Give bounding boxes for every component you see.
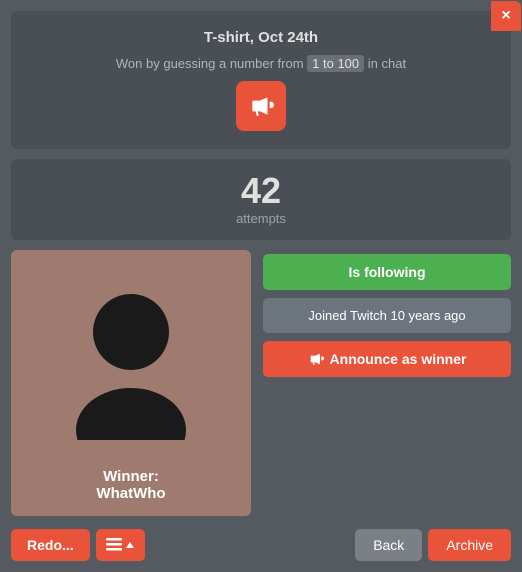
- winner-name: Winner:WhatWho: [96, 468, 165, 502]
- prize-range: 1 to 100: [307, 55, 364, 72]
- announce-winner-label: Announce as winner: [330, 351, 467, 367]
- attempts-number: 42: [241, 173, 281, 209]
- prize-description: Won by guessing a number from 1 to 100 i…: [116, 56, 406, 71]
- attempts-section: 42 attempts: [11, 159, 511, 240]
- footer-left-actions: Redo...: [11, 529, 145, 561]
- footer: Redo... Back Archive: [1, 521, 521, 571]
- close-icon: ×: [501, 7, 510, 25]
- chevron-up-icon: [125, 540, 135, 550]
- winner-section: Winner:WhatWho Is following Joined Twitc…: [11, 250, 511, 516]
- megaphone-icon: [248, 93, 274, 119]
- close-button[interactable]: ×: [491, 1, 521, 31]
- prize-desc-prefix: Won by guessing a number from: [116, 56, 304, 71]
- main-window: × T-shirt, Oct 24th Won by guessing a nu…: [1, 1, 521, 571]
- attempts-label: attempts: [236, 211, 286, 226]
- list-icon: [106, 538, 122, 552]
- winner-avatar-card: Winner:WhatWho: [11, 250, 251, 516]
- joined-badge: Joined Twitch 10 years ago: [263, 298, 511, 333]
- prize-title: T-shirt, Oct 24th: [204, 29, 318, 46]
- back-button[interactable]: Back: [355, 529, 422, 561]
- prize-desc-suffix-text: in chat: [368, 56, 406, 71]
- sort-button[interactable]: [96, 529, 145, 561]
- announce-winner-button[interactable]: Announce as winner: [263, 341, 511, 377]
- announce-icon: [308, 351, 324, 367]
- redo-button[interactable]: Redo...: [11, 529, 90, 561]
- following-badge: Is following: [263, 254, 511, 290]
- megaphone-button[interactable]: [236, 81, 286, 131]
- winner-info-panel: Is following Joined Twitch 10 years ago …: [263, 250, 511, 516]
- prize-section: T-shirt, Oct 24th Won by guessing a numb…: [11, 11, 511, 149]
- avatar-figure: [61, 280, 201, 445]
- archive-button[interactable]: Archive: [428, 529, 511, 561]
- footer-right-actions: Back Archive: [355, 529, 511, 561]
